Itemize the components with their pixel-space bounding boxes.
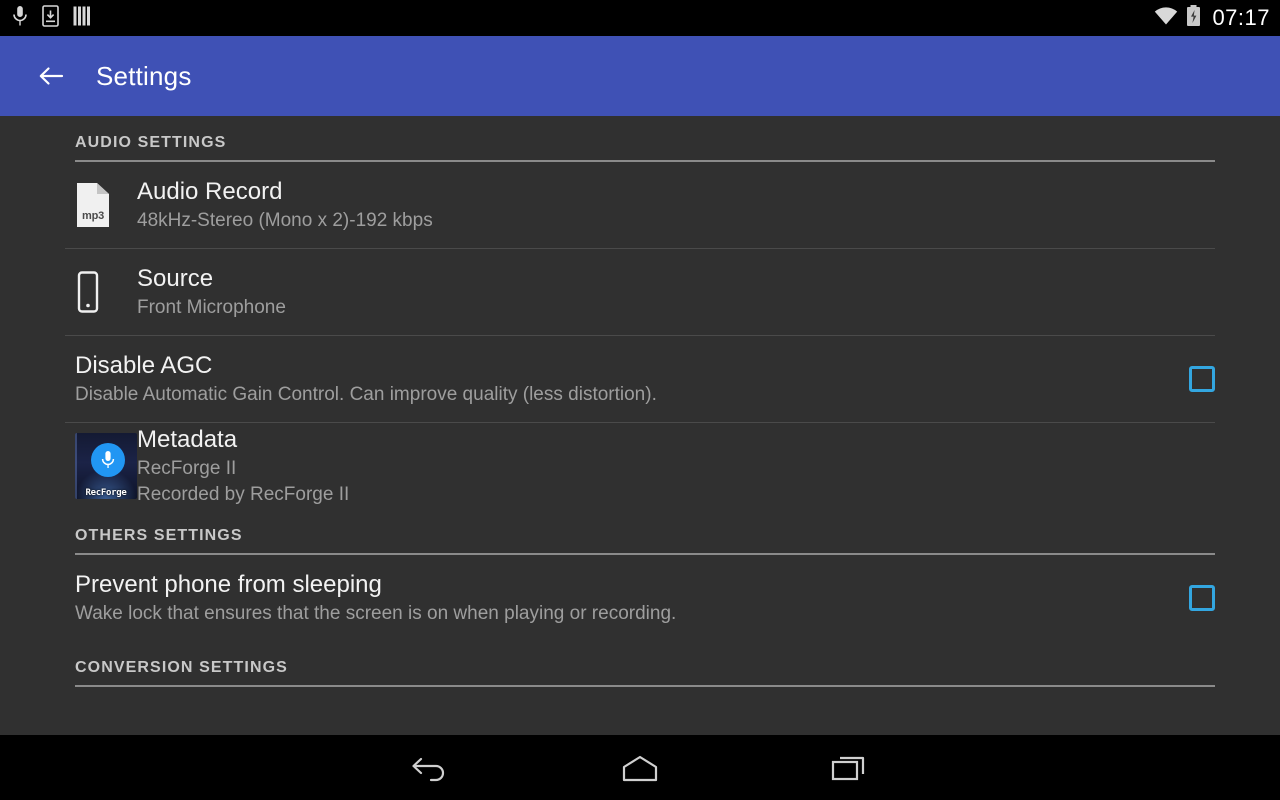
equalizer-icon <box>73 6 91 31</box>
status-bar: 07:17 <box>0 0 1280 36</box>
list-item-source[interactable]: Source Front Microphone <box>0 249 1280 335</box>
checkbox-prevent-sleeping[interactable] <box>1189 585 1215 611</box>
download-icon <box>42 4 59 32</box>
list-item-title: Metadata <box>137 426 238 454</box>
list-item-title: Prevent phone from sleeping <box>75 570 382 598</box>
status-bar-left-icons <box>12 4 91 32</box>
list-item-audio-record[interactable]: mp3 Audio Record 48kHz-Stereo (Mono x 2)… <box>0 162 1280 248</box>
phone-icon <box>75 271 137 313</box>
wifi-icon <box>1154 6 1178 31</box>
action-bar: Settings <box>0 36 1280 116</box>
nav-back-icon[interactable] <box>325 735 535 800</box>
list-item-title: Source <box>137 264 214 292</box>
section-rule <box>75 685 1215 687</box>
list-item-text: Disable AGC Disable Automatic Gain Contr… <box>75 351 1169 408</box>
list-item-subtitle-2: Recorded by RecForge II <box>137 483 350 505</box>
list-item-text: Source Front Microphone <box>137 264 1215 321</box>
list-item-prevent-sleeping[interactable]: Prevent phone from sleeping Wake lock th… <box>0 555 1280 641</box>
list-item-metadata[interactable]: RecForge Metadata RecForge II Recorded b… <box>0 423 1280 509</box>
checkbox-disable-agc[interactable] <box>1189 366 1215 392</box>
status-bar-right-icons: 07:17 <box>1154 4 1270 32</box>
list-item-text: Metadata RecForge II Recorded by RecForg… <box>137 425 1215 507</box>
nav-recents-icon[interactable] <box>745 735 955 800</box>
page-title: Settings <box>96 60 192 91</box>
list-item-text: Audio Record 48kHz-Stereo (Mono x 2)-192… <box>137 177 1215 234</box>
settings-list[interactable]: AUDIO SETTINGS mp3 Audio Record 48kHz-St… <box>0 116 1280 735</box>
mp3-file-icon: mp3 <box>75 182 137 228</box>
section-header-others: OTHERS SETTINGS <box>75 527 243 544</box>
mp3-icon-label: mp3 <box>81 210 105 222</box>
recforge-album-art: RecForge <box>75 433 137 499</box>
section-header-conversion: CONVERSION SETTINGS <box>75 659 288 676</box>
list-item-subtitle: Wake lock that ensures that the screen i… <box>75 602 677 624</box>
microphone-icon <box>91 443 125 477</box>
back-arrow-icon[interactable] <box>34 59 68 93</box>
nav-home-icon[interactable] <box>535 735 745 800</box>
list-item-subtitle: Front Microphone <box>137 296 286 318</box>
list-item-text: Prevent phone from sleeping Wake lock th… <box>75 570 1169 627</box>
list-item-title: Disable AGC <box>75 351 213 379</box>
battery-charging-icon <box>1186 4 1201 32</box>
list-item-subtitle: RecForge II <box>137 458 237 480</box>
android-navigation-bar <box>0 735 1280 800</box>
microphone-icon <box>12 5 28 32</box>
list-item-subtitle: 48kHz-Stereo (Mono x 2)-192 kbps <box>137 209 433 231</box>
status-bar-clock: 07:17 <box>1212 5 1270 30</box>
list-item-disable-agc[interactable]: Disable AGC Disable Automatic Gain Contr… <box>0 336 1280 422</box>
album-art-label: RecForge <box>85 488 127 498</box>
list-item-subtitle: Disable Automatic Gain Control. Can impr… <box>75 383 657 405</box>
section-header-audio: AUDIO SETTINGS <box>75 134 227 151</box>
list-item-title: Audio Record <box>137 177 283 205</box>
